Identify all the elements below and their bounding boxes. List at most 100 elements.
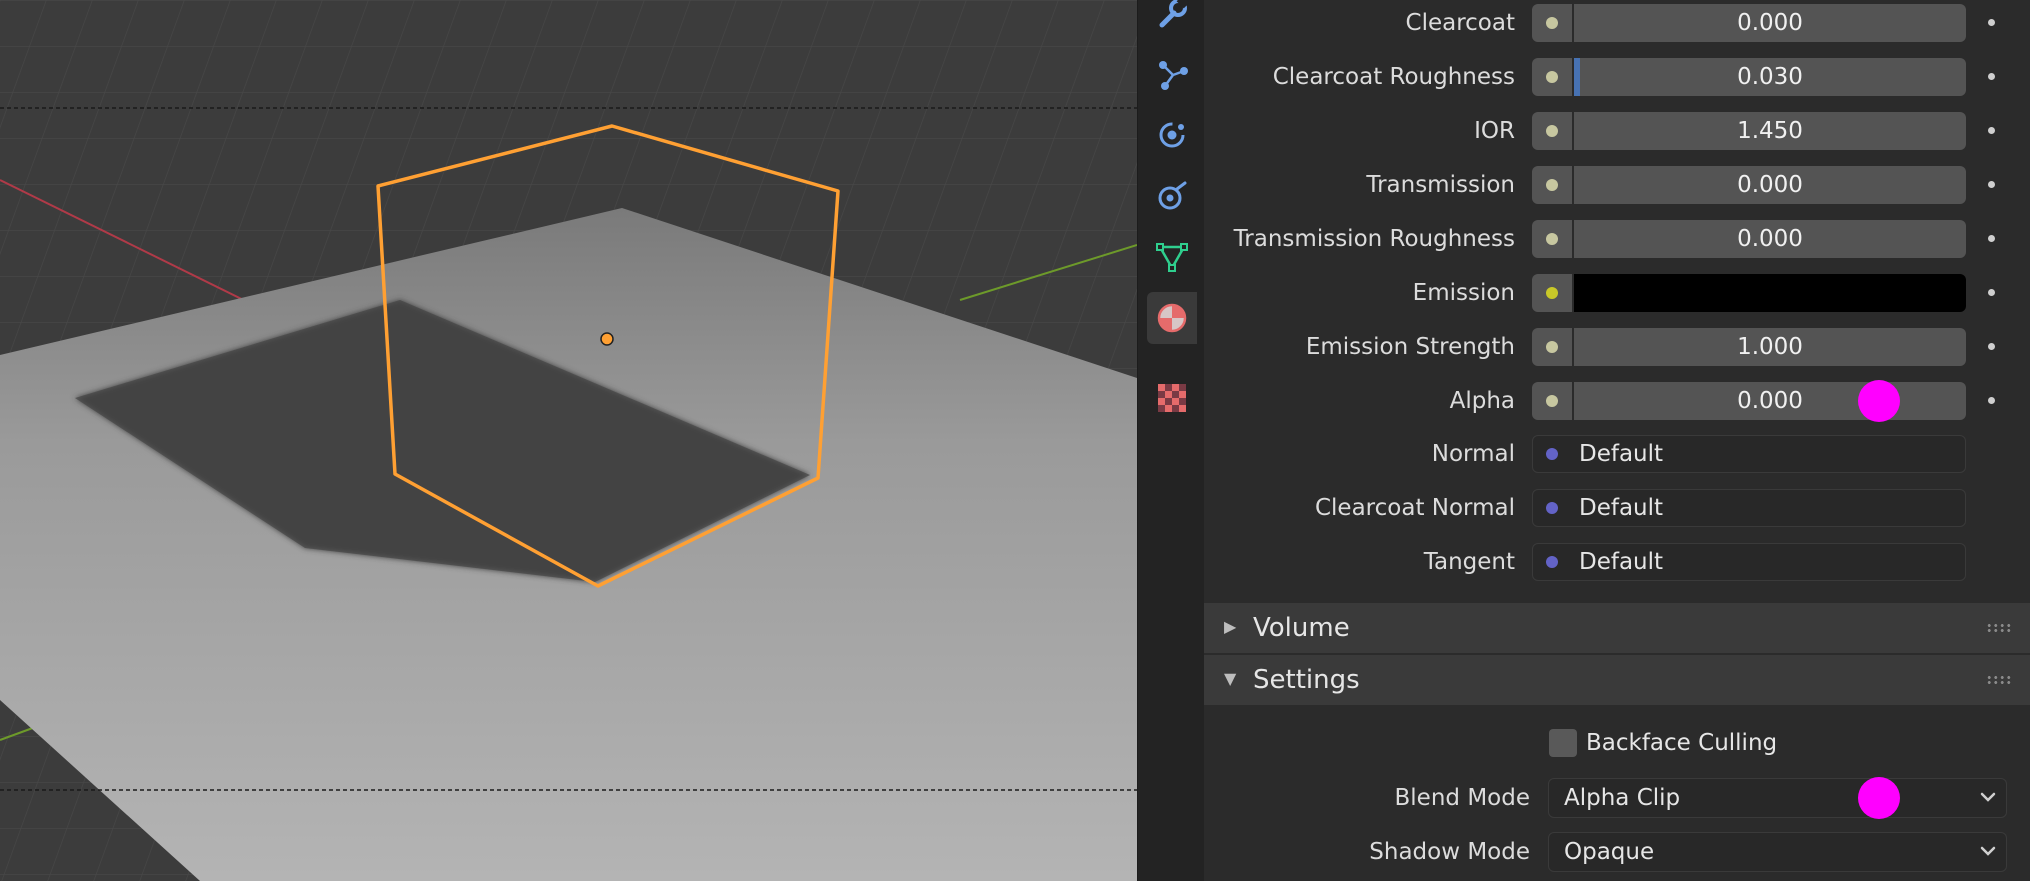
transmission-row: Transmission 0.000 (1204, 164, 2030, 206)
alpha-row: Alpha 0.000 (1204, 380, 2030, 422)
keyframe-dot-icon[interactable] (1988, 397, 1995, 404)
clearcoat-slider[interactable]: 0.000 (1574, 4, 1966, 42)
alpha-value: 0.000 (1737, 388, 1803, 414)
texture-tab[interactable] (1147, 372, 1197, 424)
float-socket-icon (1546, 125, 1558, 137)
cursor-marker-icon (1858, 380, 1900, 422)
normal-input[interactable]: Default (1532, 435, 1966, 473)
ior-row: IOR 1.450 (1204, 110, 2030, 152)
blend-mode-dropdown[interactable]: Alpha Clip (1548, 778, 2007, 818)
float-socket-icon (1546, 233, 1558, 245)
expanded-arrow-icon: ▼ (1224, 669, 1237, 688)
keyframe-dot-icon[interactable] (1988, 343, 1995, 350)
settings-panel-title: Settings (1253, 665, 1360, 695)
wrench-icon (1159, 0, 1189, 28)
clearcoat-roughness-value: 0.030 (1737, 64, 1803, 90)
cursor-marker-icon (1858, 777, 1900, 819)
emission-strength-row: Emission Strength 1.000 (1204, 326, 2030, 368)
constraint-icon (1158, 181, 1187, 210)
keyframe-dot-icon[interactable] (1988, 181, 1995, 188)
vector-socket-icon (1546, 502, 1558, 514)
properties-editor: Clearcoat 0.000 Clearcoat Roughness 0.03… (1204, 0, 2030, 881)
blend-mode-label: Blend Mode (1394, 785, 1530, 811)
transmission-roughness-row: Transmission Roughness 0.000 (1204, 218, 2030, 260)
modifier-tab[interactable] (1147, 0, 1197, 39)
tangent-value: Default (1579, 549, 1664, 575)
particles-tab[interactable] (1147, 48, 1197, 100)
transmission-slider[interactable]: 0.000 (1574, 166, 1966, 204)
shadow-mode-row: Shadow Mode Opaque (1204, 830, 2030, 874)
clearcoat-roughness-label: Clearcoat Roughness (1272, 64, 1515, 90)
float-socket-icon (1546, 395, 1558, 407)
material-icon (1157, 303, 1187, 333)
slider-fill (1574, 58, 1580, 96)
mesh-data-tab[interactable] (1147, 231, 1197, 283)
backface-culling-row: Backface Culling (1204, 721, 2030, 765)
clearcoat-normal-row: Clearcoat Normal Default (1204, 487, 2030, 529)
emission-row: Emission (1204, 272, 2030, 314)
transmission-roughness-socket-button[interactable] (1532, 220, 1572, 258)
ior-socket-button[interactable] (1532, 112, 1572, 150)
emission-color-swatch[interactable] (1574, 274, 1966, 312)
normal-row: Normal Default (1204, 433, 2030, 475)
transmission-roughness-slider[interactable]: 0.000 (1574, 220, 1966, 258)
clearcoat-row: Clearcoat 0.000 (1204, 2, 2030, 44)
clearcoat-socket-button[interactable] (1532, 4, 1572, 42)
chevron-down-icon (1980, 846, 1996, 856)
blend-mode-value: Alpha Clip (1564, 785, 1681, 811)
emission-socket-button[interactable] (1532, 274, 1572, 312)
alpha-label: Alpha (1449, 388, 1515, 414)
float-socket-icon (1546, 179, 1558, 191)
viewport-scene[interactable] (0, 0, 1137, 881)
volume-panel-header[interactable]: ▶ Volume (1204, 603, 2030, 655)
keyframe-dot-icon[interactable] (1988, 289, 1995, 296)
backface-culling-checkbox[interactable] (1549, 729, 1577, 757)
transmission-value: 0.000 (1737, 172, 1803, 198)
volume-panel-title: Volume (1253, 613, 1350, 643)
chevron-down-icon (1980, 792, 1996, 802)
transmission-label: Transmission (1366, 172, 1515, 198)
shadow-mode-value: Opaque (1564, 839, 1655, 865)
transmission-socket-button[interactable] (1532, 166, 1572, 204)
tangent-input[interactable]: Default (1532, 543, 1966, 581)
alpha-socket-button[interactable] (1532, 382, 1572, 420)
vector-socket-icon (1546, 448, 1558, 460)
shadow-mode-dropdown[interactable]: Opaque (1548, 832, 2007, 872)
physics-tab[interactable] (1147, 109, 1197, 161)
color-socket-icon (1546, 287, 1558, 299)
material-tab[interactable] (1147, 292, 1197, 344)
clearcoat-label: Clearcoat (1405, 10, 1515, 36)
ior-value: 1.450 (1737, 118, 1803, 144)
properties-tab-bar (1137, 0, 1205, 881)
clearcoat-value: 0.000 (1737, 10, 1803, 36)
float-socket-icon (1546, 71, 1558, 83)
object-origin-icon (600, 332, 614, 346)
float-socket-icon (1546, 341, 1558, 353)
normal-value: Default (1579, 441, 1664, 467)
drag-grip-icon[interactable] (1986, 623, 2012, 633)
transmission-roughness-value: 0.000 (1737, 226, 1803, 252)
constraints-tab[interactable] (1147, 170, 1197, 222)
alpha-slider[interactable]: 0.000 (1574, 382, 1966, 420)
clearcoat-roughness-socket-button[interactable] (1532, 58, 1572, 96)
emission-strength-field[interactable]: 1.000 (1574, 328, 1966, 366)
texture-icon (1158, 384, 1186, 412)
settings-panel-header[interactable]: ▼ Settings (1204, 655, 2030, 707)
emission-strength-value: 1.000 (1737, 334, 1803, 360)
keyframe-dot-icon[interactable] (1988, 73, 1995, 80)
clearcoat-normal-input[interactable]: Default (1532, 489, 1966, 527)
clearcoat-roughness-slider[interactable]: 0.030 (1574, 58, 1966, 96)
ior-field[interactable]: 1.450 (1574, 112, 1966, 150)
emission-strength-socket-button[interactable] (1532, 328, 1572, 366)
shadow-mode-label: Shadow Mode (1369, 839, 1530, 865)
drag-grip-icon[interactable] (1986, 675, 2012, 685)
ior-label: IOR (1474, 118, 1515, 144)
emission-label: Emission (1412, 280, 1515, 306)
keyframe-dot-icon[interactable] (1988, 127, 1995, 134)
keyframe-dot-icon[interactable] (1988, 235, 1995, 242)
backface-culling-label[interactable]: Backface Culling (1586, 721, 1777, 765)
tangent-row: Tangent Default (1204, 541, 2030, 583)
clearcoat-normal-label: Clearcoat Normal (1314, 495, 1515, 521)
3d-viewport[interactable] (0, 0, 1137, 881)
keyframe-dot-icon[interactable] (1988, 19, 1995, 26)
